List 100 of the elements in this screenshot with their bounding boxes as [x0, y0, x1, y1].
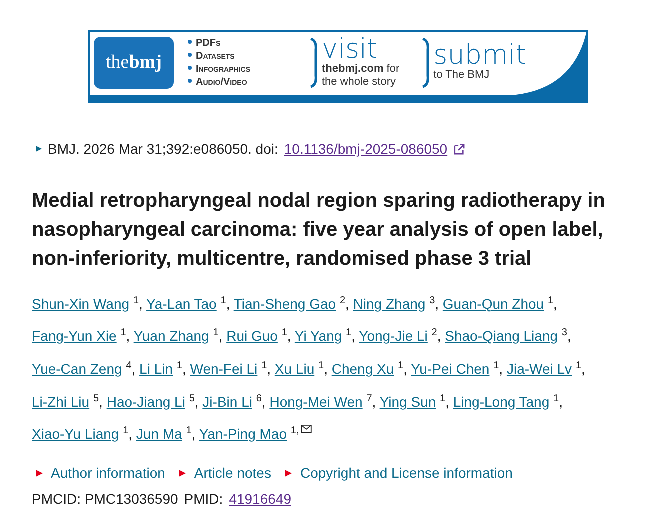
affiliation-number: 7 [366, 392, 372, 404]
author-link[interactable]: Tian-Sheng Gao [234, 296, 336, 312]
author-link[interactable]: Wen-Fei Li [190, 360, 258, 377]
author-link[interactable]: Fang-Yun Xie [32, 328, 117, 344]
author-link[interactable]: Guan-Qun Zhou [442, 296, 544, 312]
affiliation-number: 1 [494, 360, 500, 372]
pmid-link[interactable]: 41916649 [229, 491, 292, 508]
expand-arrow-icon [36, 146, 42, 152]
separator-comma: , [132, 360, 136, 377]
affiliation-number: 1 [398, 360, 404, 372]
author-link[interactable]: Ji-Bin Li [202, 394, 252, 410]
author-link[interactable]: Yuan Zhang [134, 328, 210, 344]
affiliation-number: 3 [562, 328, 568, 339]
author-link[interactable]: Ya-Lan Tao [146, 296, 217, 312]
bracket-icon [422, 38, 430, 88]
visit-text: the whole story [322, 76, 397, 88]
feature-item: Infographics [196, 64, 251, 74]
author-link[interactable]: Yan-Ping Mao [199, 426, 288, 442]
author-link[interactable]: Ling-Long Tang [453, 394, 550, 410]
author-link[interactable]: Shun-Xin Wang [32, 296, 130, 312]
separator-comma: , [324, 360, 328, 377]
author-link[interactable]: Yue-Can Zeng [32, 360, 122, 377]
author-link[interactable]: Jia-Wei Lv [506, 360, 572, 377]
affiliation-number: 5 [93, 392, 100, 404]
visit-text: thebmj.com for [322, 62, 400, 76]
citation-text: BMJ. 2026 Mar 31;392:e086050. doi: [48, 141, 278, 157]
separator-comma: , [99, 394, 103, 410]
separator-comma: , [218, 328, 223, 344]
separator-comma: , [126, 328, 130, 344]
bmj-logo: thebmj [94, 36, 174, 88]
separator-comma: , [226, 296, 230, 312]
affiliation-number: 1 [123, 426, 129, 437]
bullet-icon [188, 66, 192, 70]
affiliation-number: 1 [318, 360, 324, 372]
author-link[interactable]: Li-Zhi Liu [32, 394, 90, 410]
affiliation-number: 6 [256, 392, 262, 404]
author-link[interactable]: Xu Liu [274, 360, 315, 377]
separator-comma: , [262, 394, 266, 410]
affiliation-number: 1 [440, 392, 446, 404]
bullet-icon [188, 40, 192, 44]
submit-text: to The BMJ [434, 69, 491, 82]
author-link[interactable]: Hao-Jiang Li [106, 394, 186, 410]
affiliation-number: 1, [290, 426, 300, 437]
affiliation-number: 1 [282, 328, 288, 339]
separator-comma: , [567, 328, 572, 344]
author-link[interactable]: Yi Yang [294, 328, 342, 344]
author-link[interactable]: Rui Guo [226, 328, 278, 344]
section-toggle[interactable]: Article notes [194, 465, 272, 482]
separator-comma: , [182, 360, 186, 377]
author-link[interactable]: Xiao-Yu Liang [32, 426, 120, 442]
pmcid-text: PMCID: PMC13036590 [32, 491, 178, 508]
separator-comma: , [192, 426, 196, 442]
author-link[interactable]: Cheng Xu [332, 360, 394, 377]
author-link[interactable]: Ying Sun [380, 394, 436, 410]
affiliation-number: 1 [220, 295, 226, 306]
affiliation-number: 1 [176, 360, 182, 372]
affiliation-number: 1 [576, 360, 582, 372]
external-link-icon [454, 144, 465, 154]
article-title: Medial retropharyngeal nodal region sparing radiotherapy in nasopharyngeal carcinoma: five year analysis of open label, non-inferiority, multicentre, randomised phase 3 trial [32, 189, 606, 272]
separator-comma: , [404, 360, 408, 377]
separator-comma: , [267, 360, 272, 377]
affiliation-number: 1 [262, 360, 268, 372]
author-link[interactable]: Yong-Jie Li [359, 328, 428, 344]
separator-comma: , [435, 296, 440, 312]
bullet-icon [188, 78, 192, 82]
feature-item: PDFs [196, 38, 221, 48]
visit-heading: visit [322, 36, 378, 62]
author-link[interactable]: Yu-Pei Chen [411, 360, 490, 377]
separator-comma: , [446, 394, 450, 410]
affiliation-number: 1 [554, 392, 560, 404]
affiliation-number: 2 [340, 295, 346, 306]
affiliation-number: 3 [430, 295, 436, 306]
affiliation-number: 1 [186, 426, 192, 437]
mail-icon[interactable] [301, 425, 312, 434]
separator-comma: , [559, 394, 563, 410]
doi-link[interactable]: 10.1136/bmj-2025-086050 [284, 141, 448, 157]
separator-comma: , [287, 328, 292, 344]
separator-comma: , [437, 328, 442, 344]
author-link[interactable]: Ning Zhang [353, 296, 426, 312]
separator-comma: , [372, 394, 376, 410]
affiliation-number: 1 [120, 328, 126, 339]
affiliation-number: 1 [346, 328, 352, 339]
separator-comma: , [352, 328, 356, 344]
author-link[interactable]: Li Lin [140, 360, 173, 377]
affiliation-number: 1 [548, 295, 554, 306]
author-link[interactable]: Hong-Mei Wen [270, 394, 363, 410]
separator-comma: , [582, 360, 586, 377]
separator-comma: , [554, 296, 558, 312]
author-link[interactable]: Shao-Qiang Liang [445, 328, 558, 344]
author-link[interactable]: Jun Ma [136, 426, 182, 442]
pmid-label: PMID: [184, 491, 224, 508]
affiliation-number: 1 [213, 328, 219, 339]
separator-comma: , [346, 296, 350, 312]
banner-ad[interactable]: thebmj PDFs Datasets Infographics Audio/Video visit thebmj.com for the whole story submit to The BMJ [88, 30, 588, 103]
bullet-icon [188, 52, 192, 56]
feature-item: Audio/Video [196, 76, 248, 88]
affiliation-number: 2 [432, 328, 438, 339]
section-toggle[interactable]: Copyright and License information [300, 465, 513, 482]
separator-comma: , [139, 296, 143, 312]
section-toggle[interactable]: Author information [51, 465, 166, 482]
